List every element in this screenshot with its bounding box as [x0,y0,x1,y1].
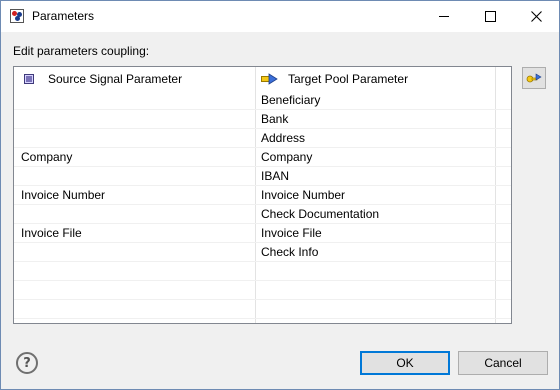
pool-parameter-arrow-icon [261,73,278,85]
target-cell: Invoice File [261,226,322,240]
auto-couple-button[interactable] [522,67,546,89]
section-label: Edit parameters coupling: [13,44,150,58]
target-cell: Address [261,131,306,145]
window-title: Parameters [32,9,95,23]
source-cell [21,281,251,300]
parameters-dialog: Parameters Edit parameters coupling: Sou… [0,0,560,390]
target-cell: Check Documentation [261,207,380,221]
minimize-button[interactable] [421,1,467,32]
target-cell [261,262,491,281]
target-cell [261,281,491,300]
table-row[interactable]: Company Company [14,148,511,167]
target-cell: Company [261,150,313,164]
column-header-source[interactable]: Source Signal Parameter [14,67,254,91]
signal-parameter-icon [24,74,34,84]
table-row[interactable]: Beneficiary [14,91,511,110]
source-cell: Company [21,150,73,164]
table-row[interactable]: Address [14,129,511,148]
table-row[interactable] [14,300,511,319]
source-cell [21,167,251,186]
table-row[interactable] [14,262,511,281]
source-cell: Invoice File [21,226,82,240]
target-cell: IBAN [261,169,290,183]
target-cell: Beneficiary [261,93,321,107]
column-header-target[interactable]: Target Pool Parameter [255,67,495,91]
table-row[interactable]: Bank [14,110,511,129]
table-row[interactable]: IBAN [14,167,511,186]
table-header: Source Signal Parameter Target Pool Para… [14,67,511,91]
maximize-button[interactable] [467,1,513,32]
minimize-icon [439,16,449,17]
maximize-icon [484,11,496,22]
table-row[interactable]: Invoice Number Invoice Number [14,186,511,205]
ok-button[interactable]: OK [360,351,450,375]
source-cell [21,300,251,319]
target-cell: Invoice Number [261,188,346,202]
help-icon[interactable]: ? [16,352,38,374]
table-row[interactable]: Invoice File Invoice File [14,224,511,243]
target-cell [261,300,491,319]
source-cell [21,205,251,224]
source-cell [21,91,251,110]
source-cell [21,243,251,262]
column-header-target-label: Target Pool Parameter [288,72,409,86]
parameters-table[interactable]: Source Signal Parameter Target Pool Para… [13,66,512,324]
source-cell [21,110,251,129]
target-cell: Check Info [261,245,319,259]
target-cell: Bank [261,112,289,126]
cancel-button[interactable]: Cancel [458,351,548,375]
table-body: Beneficiary Bank Address Company Company … [14,91,511,319]
source-cell [21,262,251,281]
table-row[interactable]: Check Info [14,243,511,262]
source-cell: Invoice Number [21,188,106,202]
close-icon [530,11,542,22]
title-bar: Parameters [1,1,559,32]
close-button[interactable] [513,1,559,32]
table-row[interactable] [14,281,511,300]
app-icon [10,9,24,23]
key-arrow-icon [526,73,542,83]
source-cell [21,129,251,148]
table-row[interactable]: Check Documentation [14,205,511,224]
column-header-source-label: Source Signal Parameter [48,72,183,86]
